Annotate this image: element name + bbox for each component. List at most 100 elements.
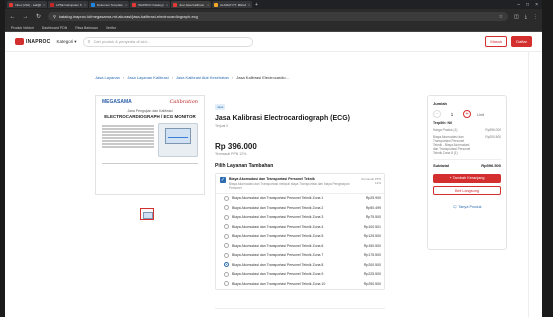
breadcrumb-link[interactable]: Jasa Layanan	[95, 75, 120, 80]
radio-icon[interactable]	[224, 205, 229, 211]
zone-option-row[interactable]: Biaya Akomodasi dan Transportasi Persone…	[216, 194, 384, 204]
browser-tab[interactable]: LPSE Kabupaten Kapuas Hu...×	[48, 1, 88, 8]
browser-tab[interactable]: ALAMAT PT. MEGASAMA E...×	[212, 1, 252, 8]
close-icon[interactable]: ×	[248, 3, 250, 7]
radio-icon[interactable]	[224, 252, 229, 258]
zone-option-row[interactable]: Biaya Akomodasi dan Transportasi Persone…	[216, 222, 384, 232]
breadcrumb-link[interactable]: Jasa Kalibrasi Alat Kesehatan	[176, 75, 229, 80]
close-icon[interactable]: ×	[166, 3, 168, 7]
minus-button[interactable]: −	[433, 110, 441, 118]
bookmark-item[interactable]: Produk Vektori	[11, 26, 34, 30]
breadcrumb-link[interactable]: Jasa Layanan Kalibrasi	[127, 75, 168, 80]
download-icon[interactable]: ⤓	[525, 14, 527, 20]
browser-tab[interactable]: INAPROC Katalog Elektroni...×	[130, 1, 170, 8]
addon-options: ✓ Biaya Akomodasi dan Transportasi Perso…	[215, 173, 385, 290]
kategori-label: Kategori	[56, 39, 74, 44]
bookmark-item[interactable]: Dashboard PDN	[42, 26, 67, 30]
tab-title: Dokumen Template	[97, 2, 123, 7]
close-icon[interactable]: ×	[84, 3, 86, 7]
login-button[interactable]: Masuk	[485, 36, 508, 47]
quantity-stepper: − 1 + Unit	[433, 110, 501, 118]
site-logo[interactable]: INAPROC	[15, 38, 50, 45]
reload-icon[interactable]: ↻	[35, 13, 42, 20]
extensions-icon[interactable]: ◫	[514, 14, 519, 20]
zone-option-row[interactable]: Biaya Akomodasi dan Transportasi Persone…	[216, 260, 384, 270]
zone-option-row[interactable]: Biaya Akomodasi dan Transportasi Persone…	[216, 251, 384, 261]
quantity-value[interactable]: 1	[447, 112, 457, 117]
browser-tab[interactable]: Dokumen Template ×	[89, 1, 129, 8]
divider	[433, 159, 501, 160]
image-thumbnail[interactable]	[140, 208, 154, 220]
maximize-icon[interactable]: □	[526, 2, 529, 8]
radio-icon[interactable]	[224, 195, 229, 201]
favicon-icon	[50, 2, 54, 7]
close-window-icon[interactable]: ×	[535, 2, 538, 8]
close-icon[interactable]: ×	[43, 3, 45, 7]
ppn-note: Termasuk PPN 12%	[215, 152, 247, 156]
favicon-icon	[91, 2, 95, 7]
checkbox-checked-icon[interactable]: ✓	[220, 177, 226, 183]
search-input[interactable]: ⚲ Cari produk & penyedia di sini...	[82, 36, 253, 47]
subtotal-row: Subtotal Rp596.500	[433, 163, 501, 168]
minimize-icon[interactable]: –	[517, 2, 520, 8]
zone-option-label: Biaya Akomodasi dan Transportasi Persone…	[232, 205, 324, 210]
search-placeholder: Cari produk & penyedia di sini...	[93, 39, 150, 44]
product-title: Jasa Kalibrasi Electrocardiograph (ECG)	[215, 115, 350, 122]
radio-selected-icon[interactable]	[224, 262, 229, 268]
ask-product-link[interactable]: 🗨 Tanya Produk	[433, 204, 501, 209]
line-item: Biaya Akomodasi dan Transportasi Persone…	[433, 135, 501, 155]
radio-icon[interactable]	[224, 214, 229, 220]
breadcrumb-separator: ›	[122, 75, 125, 80]
category-badge: Jasa	[215, 104, 226, 110]
browser-tab-active[interactable]: Jual Jasa Kalibrasi Electroca...×	[171, 1, 211, 8]
radio-icon[interactable]	[224, 224, 229, 230]
addon-group-checkbox[interactable]: ✓ Biaya Akomodasi dan Transportasi Perso…	[216, 174, 384, 194]
bookmark-item[interactable]: Riwa Barlusan	[75, 26, 98, 30]
line-item-value: Rp396.000	[485, 128, 501, 132]
close-icon[interactable]: ×	[207, 3, 209, 7]
window-controls: – □ ×	[517, 2, 542, 8]
add-to-cart-button[interactable]: + Tambah Keranjang	[433, 174, 501, 183]
forward-icon[interactable]: →	[22, 14, 29, 20]
zone-option-label: Biaya Akomodasi dan Transportasi Persone…	[232, 234, 324, 239]
kategori-dropdown[interactable]: Kategori ▾	[56, 39, 76, 45]
bookmark-star-icon[interactable]: ☆	[499, 14, 503, 20]
url-field[interactable]: ⚲ katalog.inaproc.id/megasama-mt-akurasi…	[48, 12, 509, 21]
product-image[interactable]: MEGASAMA Calibration Jasa Pengujian dan …	[95, 95, 205, 195]
product-info: Jasa Jasa Kalibrasi Electrocardiograph (…	[215, 95, 385, 290]
menu-icon[interactable]: ⋮	[533, 14, 538, 20]
back-icon[interactable]: ←	[9, 14, 16, 20]
bookmark-item[interactable]: Verifor	[106, 26, 116, 30]
zone-option-row[interactable]: Biaya Akomodasi dan Transportasi Persone…	[216, 279, 384, 289]
zone-option-label: Biaya Akomodasi dan Transportasi Persone…	[232, 224, 324, 229]
divider	[215, 308, 385, 309]
close-icon[interactable]: ×	[125, 3, 127, 7]
plus-button[interactable]: +	[463, 110, 471, 118]
breadcrumb-separator: ›	[171, 75, 173, 80]
zone-option-row[interactable]: Biaya Akomodasi dan Transportasi Persone…	[216, 270, 384, 280]
purchase-panel: Jumlah − 1 + Unit Terpilih: Nil Harga Pr…	[427, 95, 507, 250]
ecg-device-image	[158, 123, 198, 157]
zone-option-row[interactable]: Biaya Akomodasi dan Transportasi Persone…	[216, 203, 384, 213]
radio-icon[interactable]	[224, 271, 229, 277]
radio-icon[interactable]	[224, 233, 229, 239]
register-button[interactable]: Daftar	[511, 36, 532, 47]
zone-option-row[interactable]: Biaya Akomodasi dan Transportasi Persone…	[216, 232, 384, 242]
tab-title: Jual Jasa Kalibrasi Electroca...	[179, 2, 205, 7]
zone-option-price: Rp50.499	[365, 205, 381, 210]
new-tab-button[interactable]: +	[255, 2, 258, 8]
radio-icon[interactable]	[224, 281, 229, 287]
zone-option-row[interactable]: Biaya Akomodasi dan Transportasi Persone…	[216, 213, 384, 223]
site-info-icon[interactable]: ⚲	[53, 14, 56, 19]
chevron-down-icon: ▾	[74, 38, 77, 44]
favicon-icon	[9, 2, 13, 7]
tab-title: Inbox (291) - sali@konsul...	[15, 2, 41, 7]
page-scrollbar[interactable]	[528, 52, 542, 317]
subtotal-label: Subtotal	[433, 163, 449, 168]
toolbar-icons: ◫ ⤓ ⋮	[514, 14, 538, 20]
browser-tab[interactable]: Inbox (291) - sali@konsul...×	[7, 1, 47, 8]
zone-option-price: Rp150.500	[363, 243, 381, 248]
zone-option-row[interactable]: Biaya Akomodasi dan Transportasi Persone…	[216, 241, 384, 251]
radio-icon[interactable]	[224, 243, 229, 249]
buy-now-button[interactable]: Beli Langsung	[433, 186, 501, 195]
